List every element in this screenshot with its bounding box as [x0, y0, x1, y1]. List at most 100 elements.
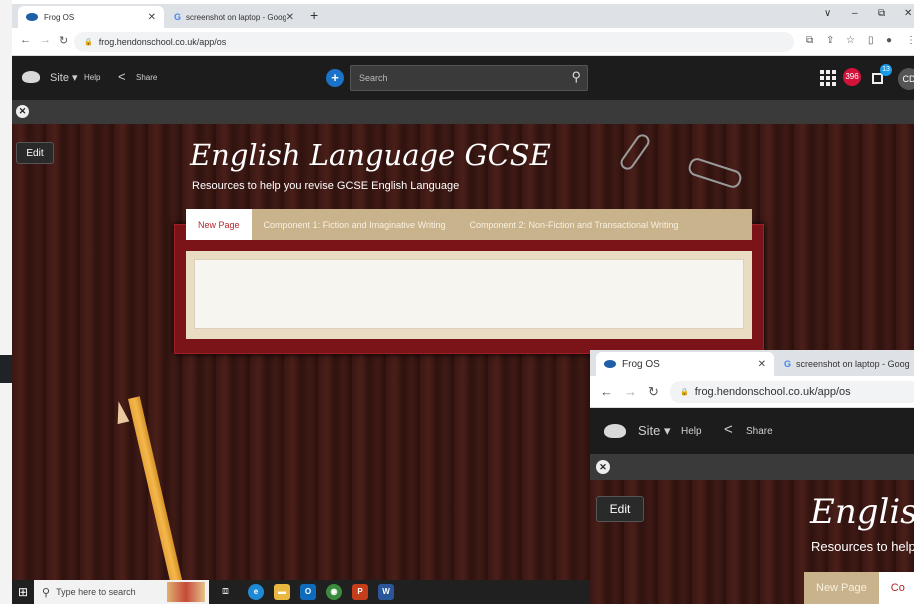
- tab-title: screenshot on laptop - Google: [186, 12, 286, 22]
- minimize-button[interactable]: –: [852, 8, 858, 19]
- frog-logo-icon[interactable]: [604, 424, 626, 438]
- content-area: [186, 251, 752, 339]
- second-browser-window: Frog OS ✕ G screenshot on laptop - Goog …: [590, 350, 914, 604]
- reload-icon[interactable]: ↻: [648, 384, 659, 400]
- back-arrow-icon[interactable]: ←: [20, 34, 31, 46]
- tab-search-icon[interactable]: ∨: [824, 8, 831, 19]
- share-icon[interactable]: <: [724, 421, 733, 438]
- page-subtitle: Resources to help: [811, 539, 914, 554]
- page-title: English Language GCSE: [190, 138, 551, 172]
- url-field[interactable]: 🔒 frog.hendonschool.co.uk/app/os: [670, 381, 914, 403]
- powerpoint-icon[interactable]: P: [352, 584, 368, 600]
- tab-new-page[interactable]: New Page: [186, 209, 252, 240]
- google-favicon-icon: G: [784, 359, 792, 369]
- tab-component-1[interactable]: Component 1: Fiction and Imaginative Wri…: [252, 209, 458, 240]
- close-window-button[interactable]: ✕: [904, 8, 912, 19]
- search-placeholder: Search: [359, 73, 388, 83]
- edit-button[interactable]: Edit: [16, 142, 54, 164]
- app-sub-bar: ✕: [590, 454, 914, 480]
- reload-icon[interactable]: ↻: [59, 34, 68, 47]
- search-icon[interactable]: ⚲: [571, 69, 581, 85]
- close-tab-icon[interactable]: ✕: [148, 12, 156, 23]
- url-text: frog.hendonschool.co.uk/app/os: [694, 386, 851, 398]
- bookmark-star-icon[interactable]: ☆: [846, 35, 855, 46]
- site-menu[interactable]: Site ▾: [638, 423, 671, 439]
- word-icon[interactable]: W: [378, 584, 394, 600]
- tab-new-page[interactable]: New Page: [804, 572, 879, 604]
- frog-favicon-icon: [604, 360, 616, 368]
- forward-arrow-icon[interactable]: →: [40, 34, 51, 46]
- address-bar-row: ← → ↻ 🔒 frog.hendonschool.co.uk/app/os ⧉…: [12, 28, 914, 56]
- page-background: Edit English L Resources to help New Pag…: [590, 480, 914, 604]
- frog-logo-icon[interactable]: [22, 71, 40, 83]
- windows-start-icon[interactable]: ⊞: [18, 585, 28, 599]
- tab-frog-os[interactable]: Frog OS ✕: [596, 352, 774, 376]
- help-link[interactable]: Help: [84, 73, 100, 82]
- side-panel-icon[interactable]: ▯: [868, 35, 874, 46]
- file-explorer-icon[interactable]: ▬: [274, 584, 290, 600]
- tab-component-1[interactable]: Co: [878, 572, 914, 604]
- page-title: English L: [810, 492, 914, 532]
- tab-title: screenshot on laptop - Goog: [796, 359, 910, 369]
- chrome-icon[interactable]: ◉: [326, 584, 342, 600]
- task-view-icon[interactable]: ⧈: [222, 585, 229, 598]
- search-input[interactable]: Search ⚲: [350, 65, 588, 91]
- search-icon: ⚲: [42, 586, 51, 599]
- frog-top-bar: Site ▾ Help < Share: [590, 408, 914, 454]
- back-arrow-icon[interactable]: ←: [600, 384, 613, 399]
- notifications-badge[interactable]: 396: [843, 68, 861, 86]
- lock-icon: 🔒: [680, 389, 689, 396]
- forward-arrow-icon[interactable]: →: [624, 384, 637, 399]
- tab-frog-os[interactable]: Frog OS ✕: [18, 6, 164, 28]
- share-page-icon[interactable]: ⇪: [826, 35, 834, 46]
- content-box: [194, 259, 744, 329]
- address-bar-row: ← → ↻ 🔒 frog.hendonschool.co.uk/app/os: [590, 376, 914, 408]
- search-highlights-icon: [167, 582, 205, 602]
- edge-icon[interactable]: e: [248, 584, 264, 600]
- tab-google-search[interactable]: G screenshot on laptop - Goog: [776, 352, 914, 376]
- url-field[interactable]: 🔒 frog.hendonschool.co.uk/app/os: [74, 32, 794, 52]
- close-app-icon[interactable]: ✕: [596, 460, 610, 474]
- tab-component-2[interactable]: Component 2: Non-Fiction and Transaction…: [457, 209, 690, 240]
- share-link[interactable]: Share: [136, 73, 157, 82]
- taskbar-search-placeholder: Type here to search: [56, 587, 136, 597]
- outlook-icon[interactable]: O: [300, 584, 316, 600]
- close-tab-icon[interactable]: ✕: [758, 359, 766, 370]
- menu-dots-icon[interactable]: ⋮: [906, 35, 914, 46]
- restore-button[interactable]: ⧉: [878, 8, 885, 19]
- profile-icon[interactable]: ●: [886, 35, 892, 46]
- new-tab-button[interactable]: +: [310, 7, 318, 23]
- apps-grid-icon[interactable]: [820, 70, 836, 86]
- paperclip-decoration: [617, 131, 653, 173]
- url-text: frog.hendonschool.co.uk/app/os: [98, 37, 227, 47]
- share-icon[interactable]: <: [118, 69, 126, 84]
- lock-icon: 🔒: [84, 39, 93, 46]
- page-tabs: New Page Component 1: Fiction and Imagin…: [186, 209, 752, 240]
- google-favicon-icon: G: [174, 12, 182, 22]
- close-tab-icon[interactable]: ✕: [286, 12, 294, 23]
- paperclip-decoration: [686, 156, 744, 190]
- help-link[interactable]: Help: [681, 426, 702, 437]
- app-sub-bar: ✕: [12, 100, 914, 124]
- background-window-strip: [0, 355, 12, 383]
- install-icon[interactable]: ⧉: [806, 35, 813, 46]
- tab-title: Frog OS: [44, 12, 75, 22]
- tab-title: Frog OS: [622, 358, 660, 370]
- site-menu[interactable]: Site ▾: [50, 71, 78, 84]
- page-subtitle: Resources to help you revise GCSE Englis…: [192, 180, 460, 192]
- taskbar-search-input[interactable]: ⚲ Type here to search: [34, 580, 209, 604]
- edit-button[interactable]: Edit: [596, 496, 644, 522]
- frog-favicon-icon: [26, 13, 38, 21]
- background-window-edge: [0, 0, 12, 604]
- page-tabs: New Page Co: [804, 572, 914, 604]
- windows-taskbar: ⊞ ⚲ Type here to search ⧈ e ▬ O ◉ P W: [12, 580, 590, 604]
- messages-badge: 13: [880, 64, 892, 76]
- tab-bar: Frog OS ✕ G screenshot on laptop - Goog: [590, 350, 914, 376]
- tab-google-search[interactable]: G screenshot on laptop - Google ✕: [166, 6, 302, 28]
- add-button[interactable]: +: [326, 69, 344, 87]
- close-app-icon[interactable]: ✕: [16, 105, 29, 118]
- share-link[interactable]: Share: [746, 426, 773, 437]
- frog-top-bar: Site ▾ Help < Share + Search ⚲ 396 13 CD: [12, 56, 914, 100]
- user-avatar[interactable]: CD: [898, 68, 914, 90]
- tab-bar: Frog OS ✕ G screenshot on laptop - Googl…: [12, 4, 914, 28]
